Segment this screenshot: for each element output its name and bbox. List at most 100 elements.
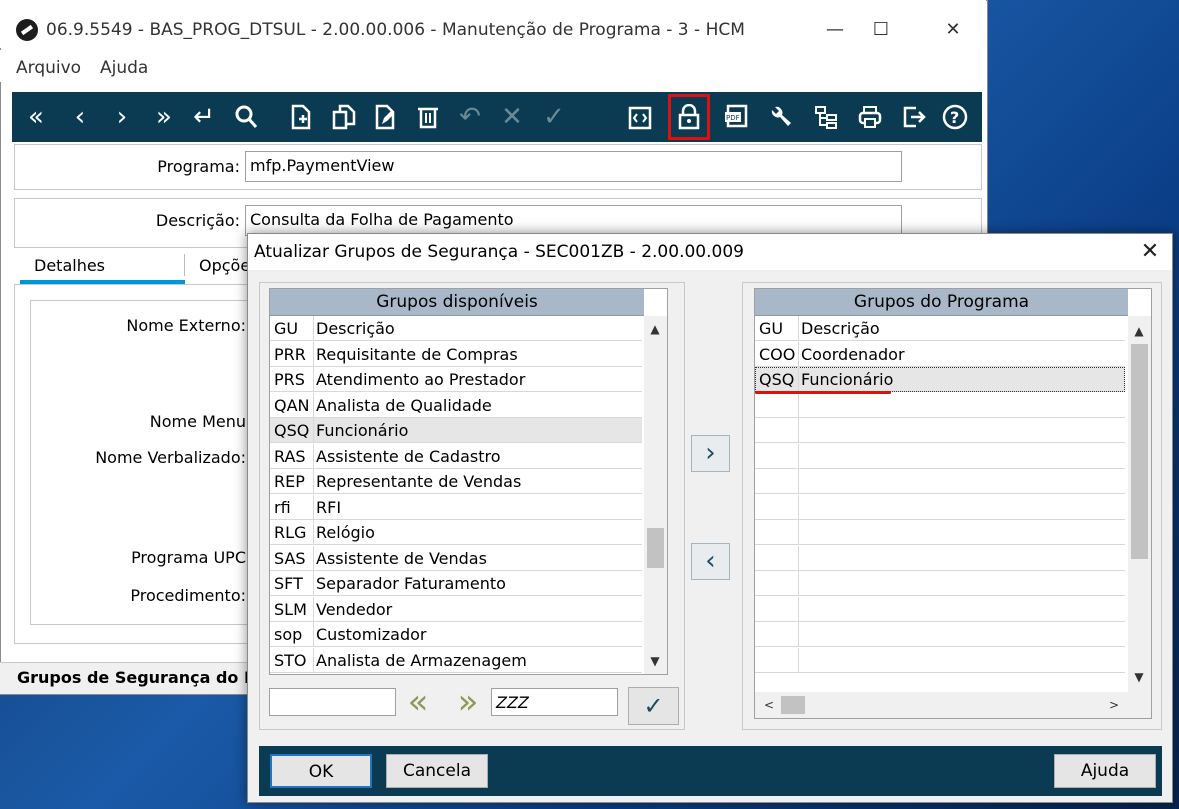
table-row[interactable] xyxy=(755,545,1125,571)
table-row[interactable] xyxy=(755,596,1125,622)
dialog-close-button[interactable]: ✕ xyxy=(1130,236,1170,268)
filter-from-input[interactable] xyxy=(269,688,396,716)
search-icon[interactable] xyxy=(226,96,266,138)
scroll-thumb[interactable] xyxy=(1131,344,1148,559)
program-rows: GU Descrição COO Coordenador QSQ Funcionário xyxy=(755,316,1127,692)
table-row[interactable]: SAS Assistente de Vendas xyxy=(270,545,642,571)
delete-icon[interactable] xyxy=(408,96,448,138)
scroll-up-icon[interactable]: ▲ xyxy=(644,318,666,340)
scroll-down-icon[interactable]: ▼ xyxy=(1128,666,1150,688)
maximize-button[interactable]: ☐ xyxy=(858,16,904,44)
column-divider xyxy=(313,596,314,622)
column-divider xyxy=(798,367,799,392)
new-icon[interactable] xyxy=(282,96,322,138)
table-row[interactable]: RLG Relógio xyxy=(270,520,642,545)
program-groups-list[interactable]: Grupos do Programa GU Descrição COO Coorden… xyxy=(754,288,1152,719)
table-row[interactable]: rfi RFI xyxy=(270,494,642,520)
program-horizontal-scrollbar[interactable]: < > xyxy=(755,692,1151,718)
scroll-down-icon[interactable]: ▼ xyxy=(644,650,666,672)
tab-opcoes[interactable]: Opçõe xyxy=(199,256,250,275)
table-row[interactable] xyxy=(755,520,1125,545)
column-divider xyxy=(313,520,314,545)
cancel-icon[interactable]: ✕ xyxy=(492,96,532,138)
table-row[interactable]: QAN Analista de Qualidade xyxy=(270,392,642,418)
column-divider xyxy=(798,494,799,520)
list-column-header-row[interactable]: GU Descrição xyxy=(755,316,1125,341)
column-divider xyxy=(313,545,314,571)
table-row[interactable] xyxy=(755,622,1125,647)
print-icon[interactable] xyxy=(850,96,890,138)
group-code: SLM xyxy=(274,599,307,619)
scroll-up-icon[interactable]: ▲ xyxy=(1128,320,1150,342)
previous-icon[interactable]: ‹ xyxy=(60,96,100,138)
menu-ajuda[interactable]: Ajuda xyxy=(100,58,148,78)
cancel-button[interactable]: Cancela xyxy=(386,754,488,788)
table-row[interactable] xyxy=(755,647,1125,673)
scroll-left-icon[interactable]: < xyxy=(758,694,780,716)
available-groups-list[interactable]: Grupos disponíveis GU Descrição PRR Requisi… xyxy=(269,288,668,675)
list-column-header-row[interactable]: GU Descrição xyxy=(270,316,642,341)
group-code: SFT xyxy=(274,574,303,593)
table-row[interactable]: QSQ Funcionário xyxy=(270,418,642,443)
help-icon[interactable]: ? xyxy=(934,96,974,138)
wrench-icon[interactable] xyxy=(760,96,800,138)
table-row[interactable]: STO Analista de Armazenagem xyxy=(270,647,642,673)
pdf-icon[interactable]: PDF xyxy=(716,96,756,138)
group-code: GU xyxy=(274,319,299,338)
confirm-icon[interactable]: ✓ xyxy=(534,96,574,138)
remove-group-button[interactable]: ‹ xyxy=(691,543,730,580)
column-divider xyxy=(798,316,799,341)
edit-icon[interactable] xyxy=(366,96,406,138)
filter-confirm-button[interactable]: ✓ xyxy=(628,687,679,725)
group-code: sop xyxy=(274,625,303,644)
undo-icon[interactable]: ↶ xyxy=(450,96,490,138)
filter-previous-icon[interactable]: « xyxy=(400,682,436,722)
table-row[interactable]: COO Coordenador xyxy=(755,341,1125,367)
table-row[interactable]: REP Representante de Vendas xyxy=(270,469,642,494)
hierarchy-icon[interactable] xyxy=(806,96,846,138)
horizontal-scroll-thumb[interactable] xyxy=(781,696,805,714)
minimize-button[interactable]: — xyxy=(812,16,858,44)
table-row[interactable] xyxy=(755,571,1125,596)
program-vertical-scrollbar[interactable]: ▲ ▼ xyxy=(1128,316,1151,692)
group-description: Separador Faturamento xyxy=(316,574,506,593)
exit-icon[interactable] xyxy=(894,96,934,138)
next-icon[interactable]: › xyxy=(102,96,142,138)
table-row[interactable]: RAS Assistente de Cadastro xyxy=(270,443,642,469)
add-group-button[interactable]: › xyxy=(691,435,730,472)
lock-icon[interactable] xyxy=(668,94,710,140)
programa-input[interactable]: mfp.PaymentView xyxy=(245,151,902,182)
filter-to-input[interactable]: ZZZ xyxy=(491,688,618,716)
group-code: QSQ xyxy=(759,370,795,389)
table-row[interactable] xyxy=(755,418,1125,443)
column-divider xyxy=(798,341,799,367)
table-row[interactable] xyxy=(755,469,1125,494)
code-icon[interactable] xyxy=(620,96,660,138)
help-button[interactable]: Ajuda xyxy=(1054,754,1156,788)
table-row[interactable]: PRS Atendimento ao Prestador xyxy=(270,367,642,392)
available-vertical-scrollbar[interactable]: ▲ ▼ xyxy=(644,316,667,674)
filter-next-icon[interactable]: » xyxy=(450,682,486,722)
scroll-right-icon[interactable]: > xyxy=(1103,694,1125,716)
group-code: SAS xyxy=(274,548,306,568)
ok-button[interactable]: OK xyxy=(270,754,372,788)
goto-icon[interactable]: ↵ xyxy=(184,96,224,138)
descricao-input[interactable]: Consulta da Folha de Pagamento xyxy=(245,205,902,236)
first-icon[interactable]: « xyxy=(16,96,56,138)
table-row[interactable] xyxy=(755,494,1125,520)
nome-verbalizado-label: Nome Verbalizado: xyxy=(95,448,246,467)
table-row[interactable]: QSQ Funcionário xyxy=(755,367,1125,392)
last-icon[interactable]: » xyxy=(144,96,184,138)
copy-icon[interactable] xyxy=(324,96,364,138)
table-row[interactable] xyxy=(755,443,1125,469)
column-divider xyxy=(798,596,799,622)
tab-detalhes[interactable]: Detalhes xyxy=(34,256,105,275)
scroll-thumb[interactable] xyxy=(647,528,664,568)
table-row[interactable]: SLM Vendedor xyxy=(270,596,642,622)
table-row[interactable]: SFT Separador Faturamento xyxy=(270,571,642,596)
close-button[interactable]: ✕ xyxy=(930,16,976,44)
menu-arquivo[interactable]: Arquivo xyxy=(16,58,81,78)
table-row[interactable]: sop Customizador xyxy=(270,622,642,647)
table-row[interactable] xyxy=(755,392,1125,418)
table-row[interactable]: PRR Requisitante de Compras xyxy=(270,341,642,367)
